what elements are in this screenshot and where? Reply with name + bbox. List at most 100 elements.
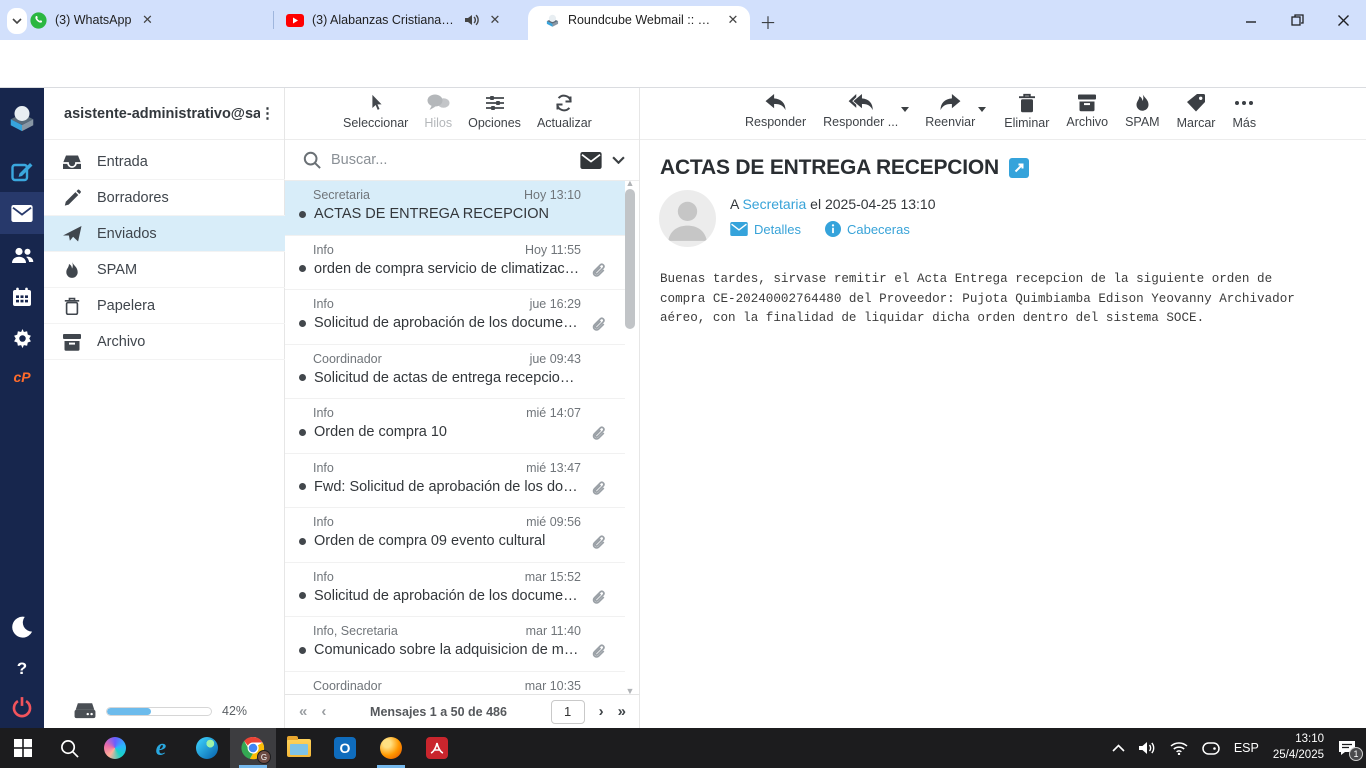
settings-nav-button[interactable] — [0, 318, 44, 360]
message-row[interactable]: Secretaria Hoy 13:10 ACTAS DE ENTREGA RE… — [285, 181, 625, 236]
reply-label: Responder — [745, 115, 807, 129]
message-row[interactable]: Info Hoy 11:55 orden de compra servicio … — [285, 236, 625, 290]
question-mark-icon: ? — [16, 659, 28, 678]
touchpad-indicator-button[interactable] — [1202, 741, 1220, 755]
open-in-new-window-icon[interactable] — [1009, 158, 1029, 178]
message-row[interactable]: Info mié 14:07 Orden de compra 10 — [285, 399, 625, 454]
calendar-nav-button[interactable] — [0, 276, 44, 318]
message-row[interactable]: Info, Secretaria mar 11:40 Comunicado so… — [285, 617, 625, 672]
youtube-icon — [286, 13, 304, 27]
forward-button[interactable]: Reenviar — [925, 93, 987, 129]
clock[interactable]: 13:10 25/4/2025 — [1273, 732, 1324, 763]
close-window-button[interactable] — [1320, 0, 1366, 40]
reply-button[interactable]: Responder — [745, 93, 806, 129]
refresh-icon — [556, 94, 573, 112]
help-button[interactable]: ? — [0, 648, 44, 690]
wifi-button[interactable] — [1170, 741, 1188, 755]
message-date: Hoy 11:55 — [524, 242, 581, 257]
scroll-up-arrow-icon[interactable]: ▲ — [625, 178, 635, 188]
forward-dropdown-caret[interactable] — [978, 107, 987, 112]
message-row[interactable]: Info mié 13:47 Fwd: Solicitud de aprobac… — [285, 454, 625, 508]
start-button[interactable] — [0, 728, 46, 768]
search-options-chevron-icon[interactable] — [612, 156, 625, 164]
contacts-icon — [12, 247, 34, 263]
account-menu-button[interactable]: ⋮ — [260, 106, 275, 121]
tab-whatsapp[interactable]: (3) WhatsApp ✕ — [30, 0, 265, 40]
message-meta: A Secretaria el 2025-04-25 13:10 — [730, 196, 936, 212]
list-scrollbar[interactable]: ▲ ▼ — [624, 178, 637, 696]
logout-button[interactable] — [0, 686, 44, 728]
select-button[interactable]: Seleccionar — [343, 93, 408, 130]
system-tray: ESP 13:10 25/4/2025 1 — [1112, 728, 1366, 768]
windows-taskbar: e G O ESP 13:10 25/4/2025 1 — [0, 728, 1366, 768]
prev-page-button[interactable]: ‹ — [321, 703, 326, 720]
device-indicator-icon — [1202, 741, 1220, 755]
reply-all-dropdown-caret[interactable] — [901, 107, 910, 112]
message-row[interactable]: Info mié 09:56 Orden de compra 09 evento… — [285, 508, 625, 563]
options-button[interactable]: Opciones — [468, 93, 521, 130]
spam-label: SPAM — [1125, 115, 1160, 129]
more-button[interactable]: Más — [1232, 93, 1256, 130]
close-icon[interactable]: ✕ — [487, 12, 503, 28]
folder-entrada[interactable]: Entrada — [44, 144, 285, 180]
threads-button[interactable]: Hilos — [424, 93, 452, 130]
search-scope-mail-icon[interactable] — [580, 151, 602, 169]
chrome-button[interactable]: G — [230, 728, 276, 768]
mark-button[interactable]: Marcar — [1177, 93, 1215, 130]
outlook-icon: O — [334, 737, 356, 759]
contacts-nav-button[interactable] — [0, 234, 44, 276]
last-page-button[interactable]: » — [618, 703, 626, 720]
message-date: mar 10:35 — [524, 678, 581, 693]
edge-button[interactable] — [184, 728, 230, 768]
minimize-button[interactable] — [1228, 0, 1274, 40]
refresh-button[interactable]: Actualizar — [537, 93, 592, 130]
next-page-button[interactable]: › — [599, 703, 604, 720]
new-tab-button[interactable]: ＋ — [757, 10, 779, 33]
tab-search-button[interactable] — [7, 8, 27, 34]
message-sender: Info — [313, 297, 334, 311]
outlook-button[interactable]: O — [322, 728, 368, 768]
scrollbar-thumb[interactable] — [625, 189, 635, 329]
account-header: asistente-administrativo@sa... ⋮ — [44, 88, 284, 140]
headers-toggle[interactable]: Cabeceras — [824, 221, 910, 237]
cpanel-nav-button[interactable]: cP — [0, 356, 44, 398]
maximize-button[interactable] — [1274, 0, 1320, 40]
folder-label: Archivo — [97, 333, 146, 350]
acrobat-button[interactable] — [414, 728, 460, 768]
copilot-button[interactable] — [92, 728, 138, 768]
recipient-link[interactable]: Secretaria — [742, 196, 806, 212]
details-toggle[interactable]: Detalles — [730, 222, 801, 237]
tray-expand-button[interactable] — [1112, 744, 1125, 752]
page-number-input[interactable] — [550, 699, 585, 724]
notification-center-button[interactable]: 1 — [1338, 740, 1363, 761]
compose-button[interactable] — [0, 150, 44, 192]
folder-spam[interactable]: SPAM — [44, 252, 285, 288]
volume-button[interactable] — [1138, 741, 1156, 755]
mail-nav-button[interactable] — [0, 192, 44, 234]
first-page-button[interactable]: « — [299, 703, 307, 720]
close-icon[interactable]: ✕ — [139, 12, 155, 28]
archive-button[interactable]: Archivo — [1066, 93, 1108, 129]
message-row[interactable]: Coordinador mar 10:35 — [285, 672, 625, 695]
tab-youtube[interactable]: (3) Alabanzas Cristianas 202 ✕ — [286, 0, 516, 40]
folder-borradores[interactable]: Borradores — [44, 180, 285, 216]
spam-button[interactable]: SPAM — [1125, 93, 1160, 129]
tab-roundcube-active[interactable]: Roundcube Webmail :: Enviados ✕ — [545, 0, 740, 40]
firefox-button[interactable] — [368, 728, 414, 768]
reply-all-button[interactable]: Responder ... — [823, 93, 910, 129]
file-explorer-button[interactable] — [276, 728, 322, 768]
message-row[interactable]: Info jue 16:29 Solicitud de aprobación d… — [285, 290, 625, 345]
language-indicator[interactable]: ESP — [1234, 741, 1259, 755]
folder-archivo[interactable]: Archivo — [44, 324, 285, 360]
message-row[interactable]: Info mar 15:52 Solicitud de aprobación d… — [285, 563, 625, 617]
message-row[interactable]: Coordinador jue 09:43 Solicitud de actas… — [285, 345, 625, 399]
close-icon[interactable]: ✕ — [726, 12, 740, 28]
delete-button[interactable]: Eliminar — [1004, 93, 1049, 130]
folder-enviados[interactable]: Enviados — [44, 216, 285, 252]
dark-mode-button[interactable] — [0, 606, 44, 648]
folder-papelera[interactable]: Papelera — [44, 288, 285, 324]
options-sliders-icon — [485, 96, 504, 110]
taskbar-search-button[interactable] — [46, 728, 92, 768]
internet-explorer-button[interactable]: e — [138, 728, 184, 768]
search-input[interactable] — [331, 152, 570, 168]
